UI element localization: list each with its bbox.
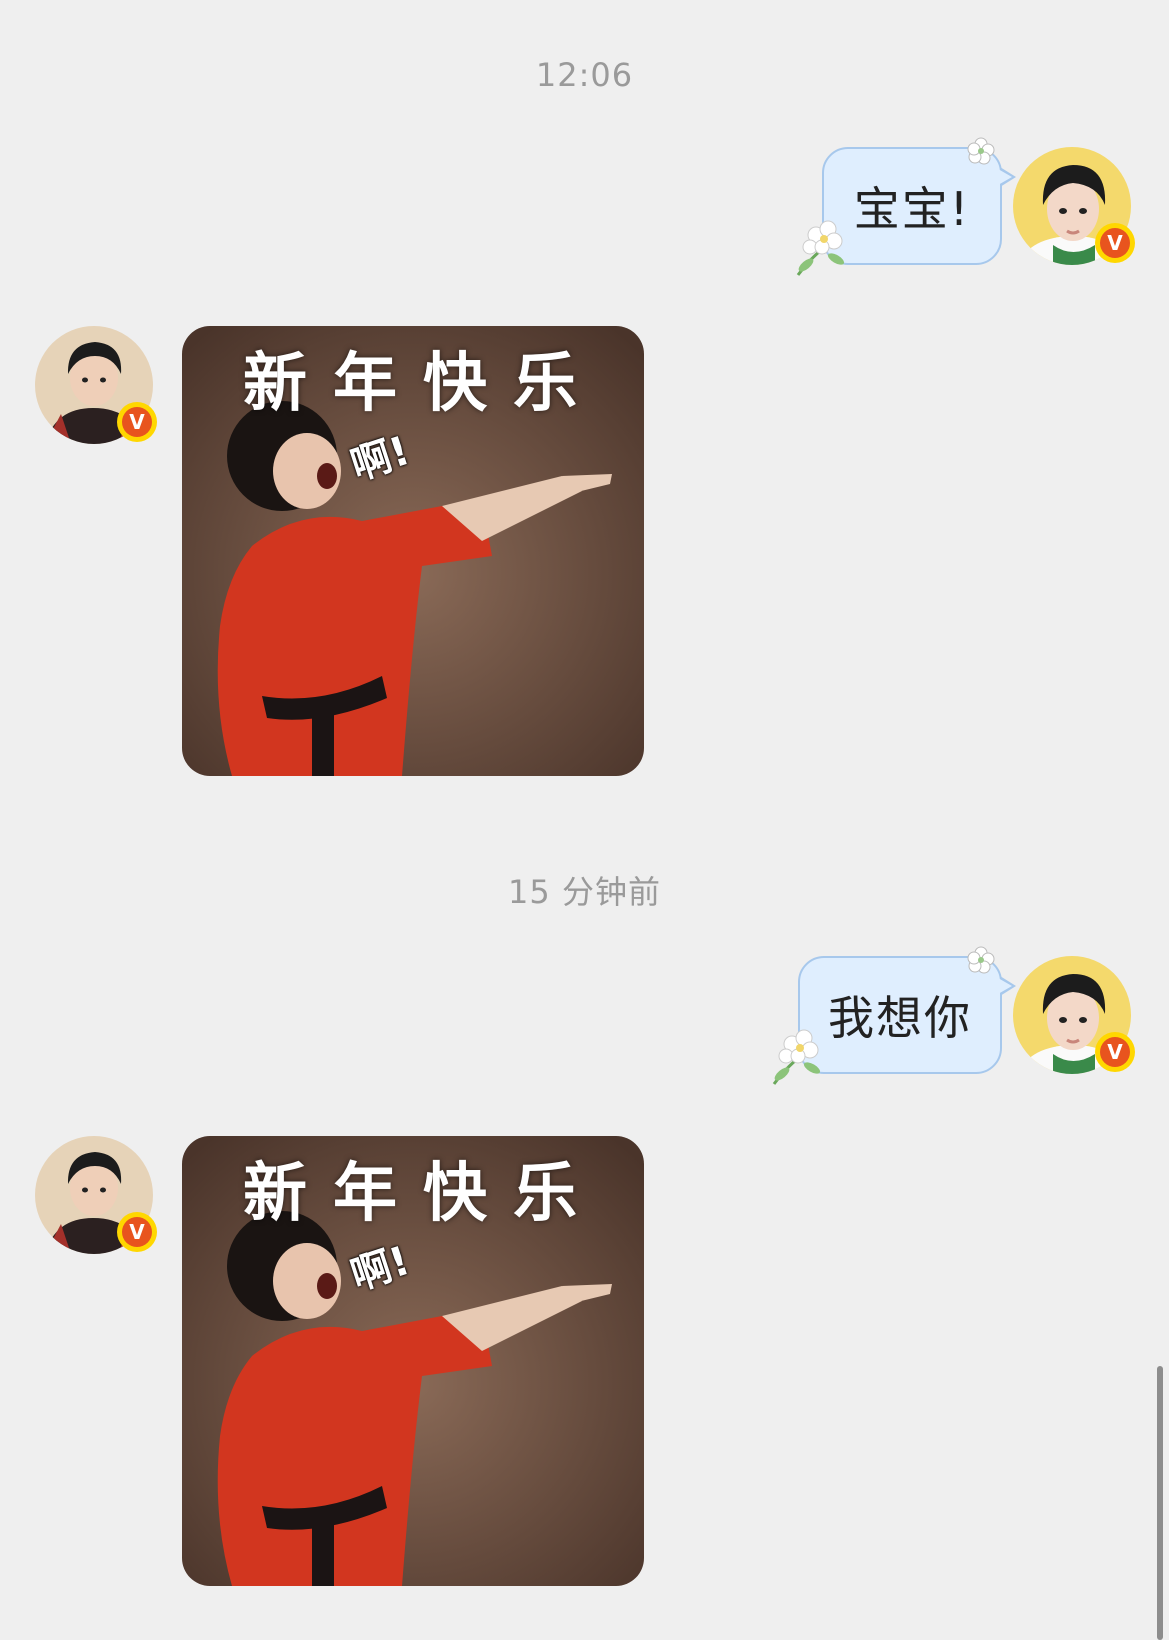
sticker-caption: 新年快乐: [243, 347, 603, 421]
timestamp: 12:06: [535, 56, 634, 94]
sticker-message[interactable]: 新年快乐 啊!: [182, 1136, 644, 1586]
verified-badge-icon: V: [1095, 223, 1135, 263]
verified-badge-icon: V: [1095, 1032, 1135, 1072]
scrollbar[interactable]: [1157, 1366, 1163, 1640]
flower-cluster-icon: [772, 1029, 821, 1085]
verified-badge-icon: V: [117, 1212, 157, 1252]
avatar-other[interactable]: V: [35, 326, 157, 444]
flower-decoration-icon: [967, 946, 995, 974]
avatar-self[interactable]: V: [1013, 956, 1135, 1074]
sticker-message[interactable]: 新年快乐 啊!: [182, 326, 644, 776]
message-text: 宝宝!: [853, 182, 971, 236]
flower-cluster-icon: [796, 220, 845, 276]
message-text: 我想你: [828, 991, 972, 1045]
avatar-self[interactable]: V: [1013, 147, 1135, 265]
verified-badge-icon: V: [117, 402, 157, 442]
timestamp: 15 分钟前: [508, 873, 661, 911]
flower-decoration-icon: [967, 137, 995, 165]
sticker-caption: 新年快乐: [243, 1157, 603, 1231]
avatar-other[interactable]: V: [35, 1136, 157, 1254]
